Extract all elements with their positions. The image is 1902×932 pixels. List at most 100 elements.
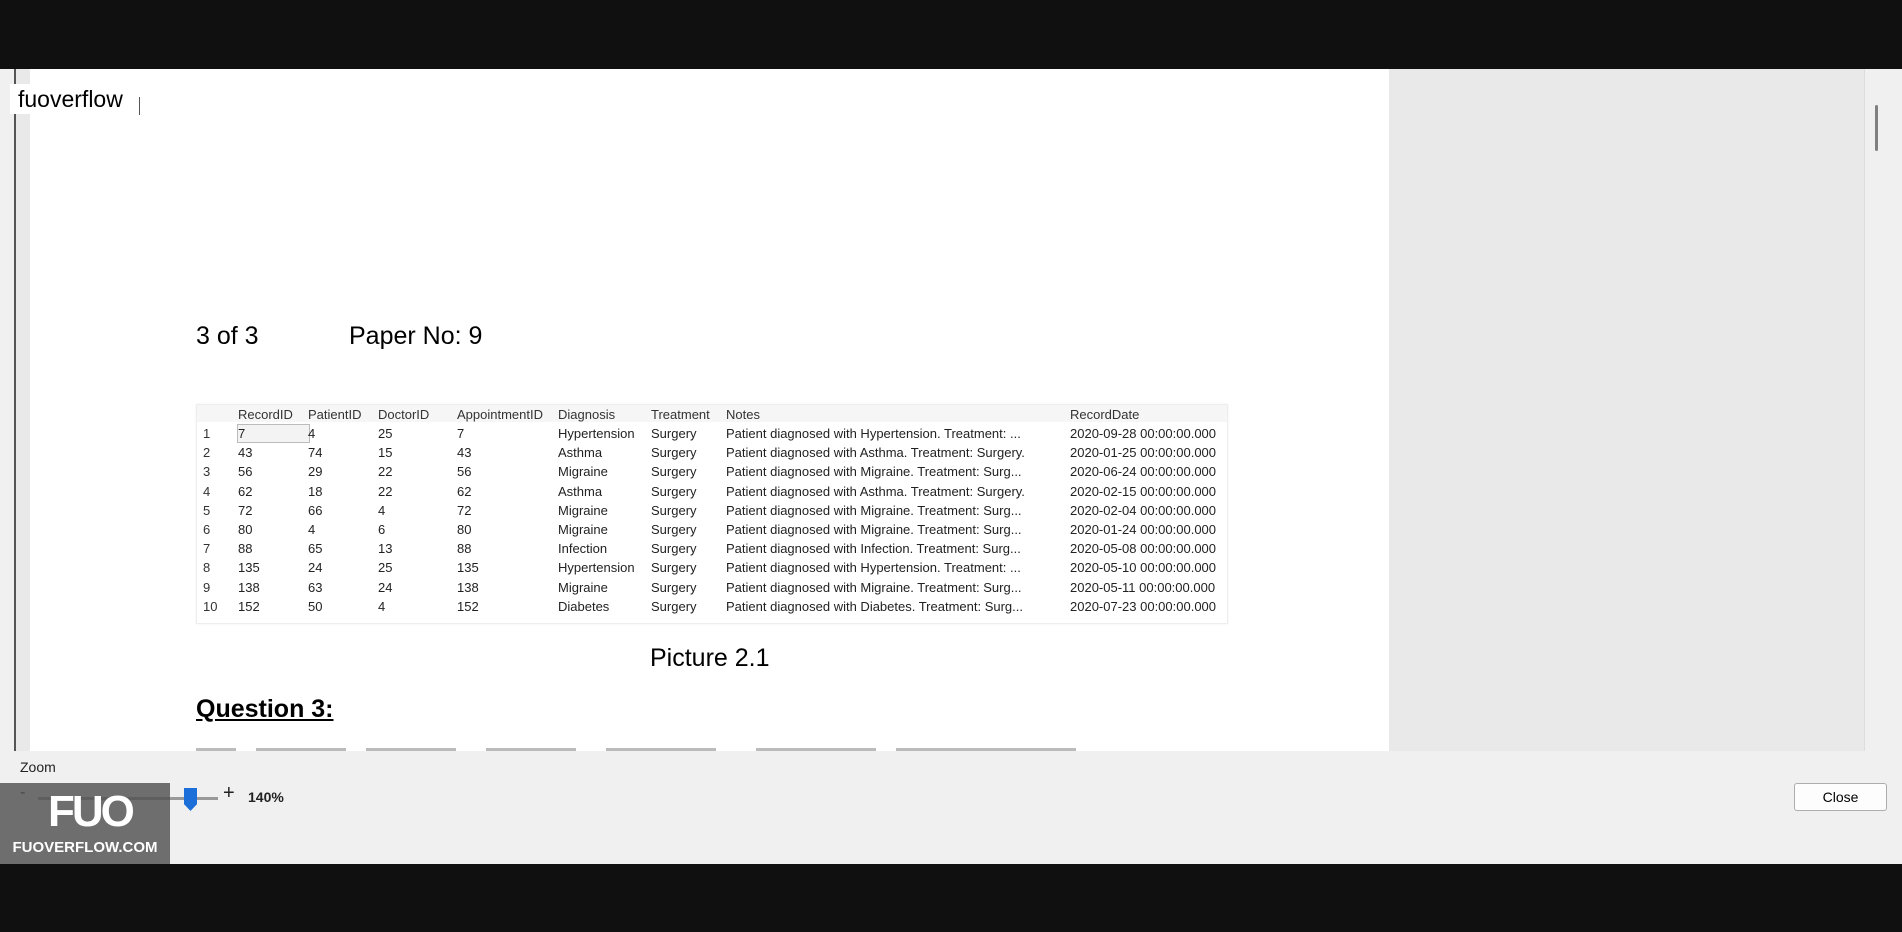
table-cell: 13 [378, 541, 393, 557]
table-cell: 88 [238, 541, 253, 557]
table-cell: 135 [238, 560, 260, 576]
zoom-value: 140% [248, 789, 284, 805]
table-cell: 4 [308, 426, 316, 441]
table-cell: Surgery [651, 483, 697, 499]
row-number: 4 [203, 483, 211, 499]
viewport-border [14, 69, 16, 751]
scrollbar-thumb[interactable] [1875, 105, 1878, 151]
table-cell: Patient diagnosed with Hypertension. Tre… [726, 426, 1021, 441]
table-cell: 43 [457, 445, 472, 461]
table-cell: 24 [308, 560, 323, 576]
table-cell: 65 [308, 541, 323, 557]
close-button[interactable]: Close [1794, 783, 1887, 811]
table-cell: 2020-09-28 00:00:00.000 [1070, 426, 1217, 441]
text-caret [139, 97, 140, 115]
table-cell: 4 [378, 598, 386, 614]
table-cell: 72 [457, 502, 472, 518]
table-cell: 29 [308, 464, 323, 480]
clipped-text-line [196, 745, 1076, 751]
table-cell: Diabetes [558, 598, 610, 614]
table-cell: Patient diagnosed with Asthma. Treatment… [726, 445, 1025, 461]
table-cell: 138 [238, 579, 260, 595]
table-cell: Migraine [558, 464, 608, 480]
table-cell: Surgery [651, 541, 697, 557]
table-cell: Patient diagnosed with Infection. Treatm… [726, 541, 1021, 557]
table-cell: Surgery [651, 445, 697, 461]
bottom-letterbox [0, 864, 1902, 932]
table-cell: 62 [457, 483, 472, 499]
row-number: 1 [203, 426, 211, 441]
table-cell: 63 [308, 579, 323, 595]
table-cell: Surgery [651, 502, 697, 518]
table-cell: 135 [457, 560, 479, 576]
table-cell: 18 [308, 483, 323, 499]
table-cell: 66 [308, 502, 323, 518]
zoom-slider-thumb[interactable] [184, 788, 197, 811]
table-cell: Patient diagnosed with Migraine. Treatme… [726, 522, 1022, 537]
table-cell: 152 [457, 598, 479, 614]
zoom-label: Zoom [20, 759, 56, 775]
column-header: DoctorID [378, 407, 430, 422]
table-cell: 74 [308, 445, 323, 461]
table-cell: 56 [238, 464, 253, 480]
table-cell: 2020-05-11 00:00:00.000 [1070, 579, 1216, 595]
row-number: 3 [203, 464, 211, 480]
table-cell: Patient diagnosed with Migraine. Treatme… [726, 502, 1022, 518]
table-cell: 2020-05-10 00:00:00.000 [1070, 560, 1217, 576]
table-cell: Surgery [651, 579, 697, 595]
column-header: RecordID [238, 407, 293, 422]
table-cell: Migraine [558, 522, 608, 537]
viewer-window: 3 of 3 Paper No: 9 RecordID PatientID Doct… [0, 69, 1902, 865]
row-number: 8 [203, 560, 211, 576]
app-title: fuoverflow [10, 84, 131, 114]
table-cell: Patient diagnosed with Asthma. Treatment… [726, 483, 1025, 499]
table-cell: 6 [378, 522, 386, 537]
table-cell: 2020-01-25 00:00:00.000 [1070, 445, 1217, 461]
column-header: Treatment [651, 407, 710, 422]
table-cell: 56 [457, 464, 472, 480]
table-cell: 50 [308, 598, 323, 614]
document-page: 3 of 3 Paper No: 9 RecordID PatientID Doct… [30, 69, 1389, 751]
table-cell: Asthma [558, 483, 603, 499]
logo-mark: FUO [48, 787, 135, 836]
column-header: RecordDate [1070, 407, 1140, 422]
paper-number: Paper No: 9 [349, 322, 483, 350]
table-cell: 152 [238, 598, 260, 614]
table-cell: 2020-02-15 00:00:00.000 [1070, 483, 1217, 499]
picture-caption: Picture 2.1 [650, 644, 770, 672]
table-cell: 2020-06-24 00:00:00.000 [1070, 464, 1217, 480]
table-cell: Surgery [651, 426, 697, 441]
table-cell: 2020-05-08 00:00:00.000 [1070, 541, 1217, 557]
table-cell: 80 [238, 522, 253, 537]
page-count: 3 of 3 [196, 322, 259, 350]
column-header: PatientID [308, 407, 362, 422]
table-cell: Migraine [558, 579, 608, 595]
table-cell: 43 [238, 445, 253, 461]
table-cell: Surgery [651, 522, 697, 537]
query-result-grid: RecordID PatientID DoctorID AppointmentID Di… [196, 404, 1228, 624]
table-cell: Hypertension [558, 426, 635, 441]
row-number: 9 [203, 579, 211, 595]
table-cell: Asthma [558, 445, 603, 461]
table-cell: 22 [378, 464, 393, 480]
row-number: 10 [203, 598, 218, 614]
table-cell: 22 [378, 483, 393, 499]
zoom-in-button[interactable]: + [223, 782, 235, 805]
table-cell: 2020-07-23 00:00:00.000 [1070, 598, 1217, 614]
column-header: Notes [726, 407, 760, 422]
watermark-logo: FUO FUOVERFLOW.COM [0, 783, 170, 865]
top-letterbox [0, 0, 1902, 69]
table-cell: Patient diagnosed with Hypertension. Tre… [726, 560, 1021, 576]
table-cell: 72 [238, 502, 253, 518]
logo-text: FUOVERFLOW.COM [12, 839, 158, 856]
table-cell: 24 [378, 579, 393, 595]
table-cell: Surgery [651, 598, 697, 614]
row-number: 2 [203, 445, 211, 461]
vertical-scrollbar[interactable] [1864, 69, 1902, 751]
table-cell: 138 [457, 579, 479, 595]
row-number: 6 [203, 522, 211, 537]
row-number: 7 [203, 541, 211, 557]
table-cell: 25 [378, 560, 393, 576]
table-cell: 88 [457, 541, 472, 557]
table-cell: 15 [378, 445, 393, 461]
